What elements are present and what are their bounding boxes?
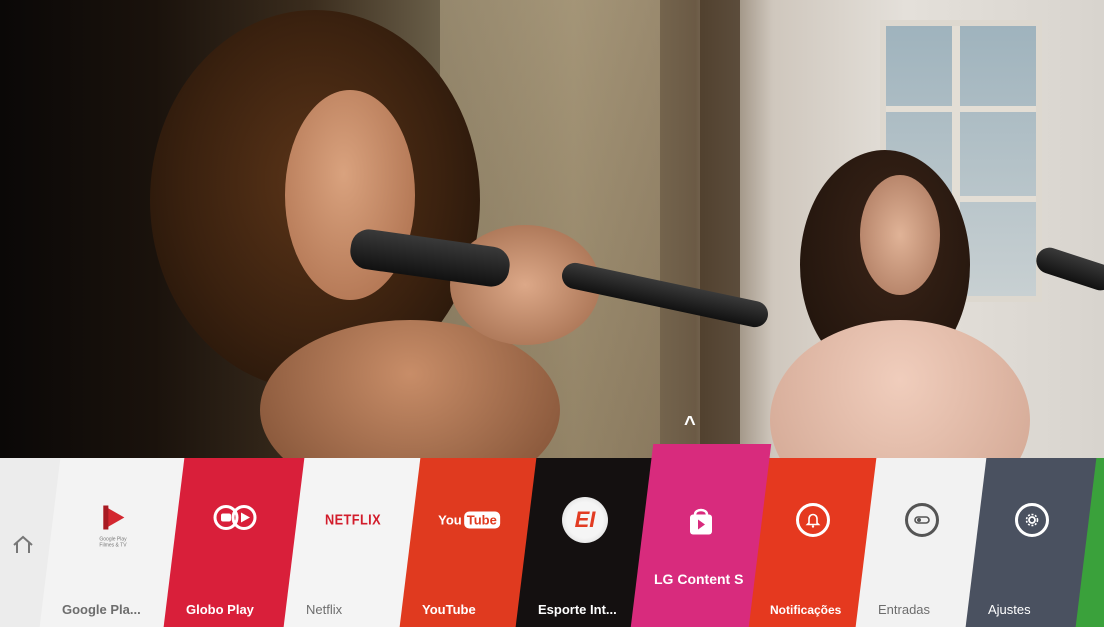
tile-label: YouTube <box>422 602 476 617</box>
youtube-logo-you: You <box>438 512 462 528</box>
tile-label: Notificações <box>770 603 842 617</box>
tile-label: Globo Play <box>186 602 254 617</box>
tv-screen: ^ Google Play Filmes & TV Google Pla... <box>0 0 1104 627</box>
second-singer-face <box>860 175 940 295</box>
tile-label: Google Pla... <box>62 602 141 617</box>
tile-label: LG Content S <box>654 571 744 587</box>
tile-lg-content-store[interactable]: LG Content S <box>630 444 772 627</box>
youtube-logo-tube: Tube <box>463 511 500 529</box>
input-icon <box>905 503 939 537</box>
tile-google-play[interactable]: Google Play Filmes & TV Google Pla... <box>39 458 187 627</box>
tile-globo-play[interactable]: Globo Play <box>163 458 307 627</box>
app-launcher-bar: Google Play Filmes & TV Google Pla... Gl… <box>0 444 1104 627</box>
google-play-icon: Google Play Filmes & TV <box>99 504 127 549</box>
bell-icon <box>796 503 830 537</box>
esporte-interativo-icon: EI <box>562 497 608 543</box>
tile-youtube[interactable]: You Tube YouTube <box>399 458 539 627</box>
youtube-logo: You Tube <box>438 511 500 529</box>
live-video <box>0 0 1104 460</box>
globo-play-icon <box>212 504 258 537</box>
expand-launcher-arrow[interactable]: ^ <box>684 414 696 434</box>
gear-icon <box>1015 503 1049 537</box>
tile-netflix[interactable]: NETFLIX Netflix <box>283 458 423 627</box>
netflix-logo: NETFLIX <box>324 511 382 529</box>
tile-label: Entradas <box>878 602 931 617</box>
tile-label: Ajustes <box>988 602 1031 617</box>
second-singer-body <box>770 320 1030 460</box>
esporte-interativo-logo-text: EI <box>574 507 596 532</box>
google-play-caption: Google Play Filmes & TV <box>99 536 127 549</box>
tile-label: Netflix <box>306 602 343 617</box>
lg-content-store-icon <box>687 507 715 542</box>
home-icon <box>13 535 33 553</box>
second-microphone <box>1032 244 1104 294</box>
tile-label: Esporte Int... <box>538 602 617 617</box>
